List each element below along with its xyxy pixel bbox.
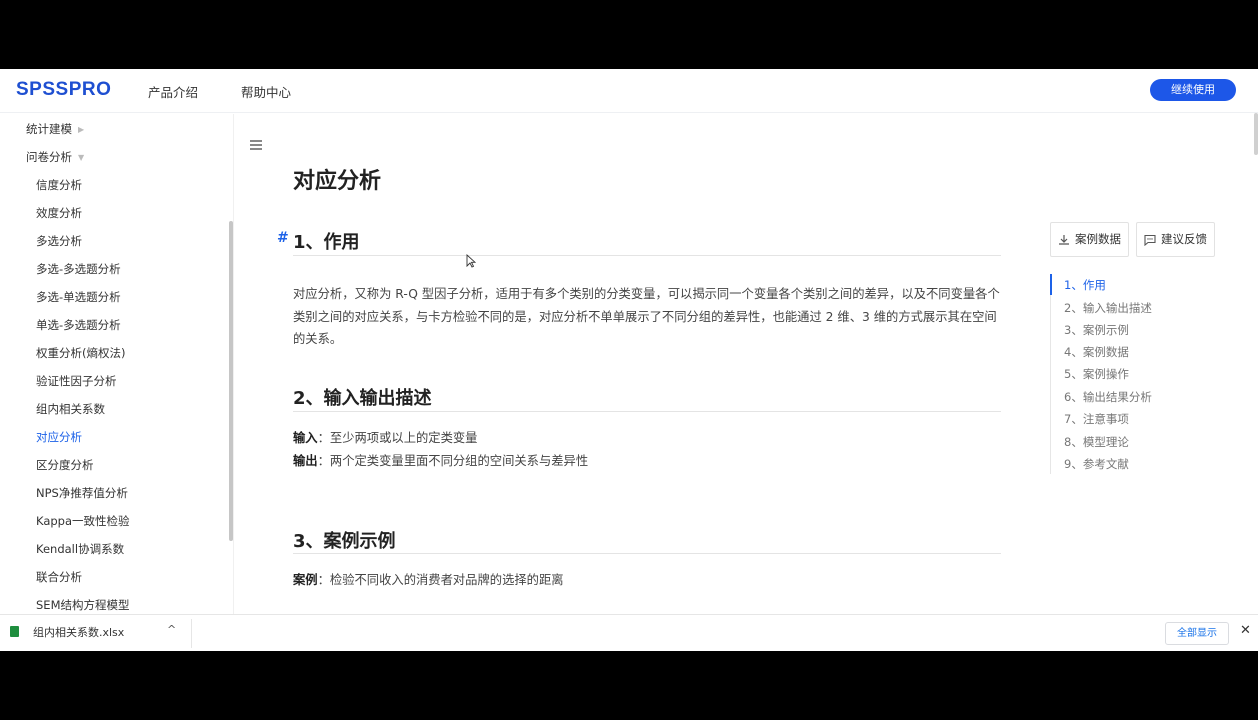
sidebar-item[interactable]: 多选分析 — [36, 233, 82, 249]
comment-icon — [1144, 234, 1156, 246]
toc-item[interactable]: 4、案例数据 — [1064, 344, 1129, 360]
case-label: 案例 — [293, 573, 318, 587]
download-icon — [1059, 235, 1069, 245]
button-label: 案例数据 — [1075, 232, 1121, 246]
continue-button[interactable]: 继续使用 — [1150, 79, 1236, 101]
browser-viewport: SPSSPRO 产品介绍 帮助中心 继续使用 统计建模 ▶ 问卷分析 ▼ 信度分析 … — [0, 69, 1258, 651]
download-file-name: 组内相关系数.xlsx — [33, 626, 125, 639]
sidebar-item[interactable]: 组内相关系数 — [36, 401, 105, 417]
sidebar-item[interactable]: 多选-单选题分析 — [36, 289, 121, 305]
sidebar-item[interactable]: SEM结构方程模型 — [36, 597, 130, 613]
sidebar-item-stat-modeling[interactable]: 统计建模 ▶ — [26, 121, 84, 137]
section-heading: 2、输入输出描述 — [293, 388, 432, 409]
sidebar-item[interactable]: 联合分析 — [36, 569, 82, 585]
sidebar-nav: 统计建模 ▶ 问卷分析 ▼ 信度分析 效度分析 多选分析 多选-多选题分析 多选-单… — [0, 114, 232, 614]
input-label: 输入 — [293, 431, 318, 445]
input-value: ：至少两项或以上的定类变量 — [317, 431, 478, 445]
download-bar: 组内相关系数.xlsx ^ 全部显示 ✕ — [0, 614, 1258, 651]
sidebar-item[interactable]: Kendall协调系数 — [36, 541, 124, 557]
button-label: 建议反馈 — [1161, 232, 1207, 246]
toc-active-indicator — [1050, 274, 1052, 295]
sidebar-item[interactable]: 单选-多选题分析 — [36, 317, 121, 333]
mouse-cursor-icon — [466, 254, 476, 268]
toc-item[interactable]: 6、输出结果分析 — [1064, 389, 1152, 405]
caret-right-icon: ▶ — [78, 125, 85, 134]
toc-item[interactable]: 2、输入输出描述 — [1064, 300, 1152, 316]
caret-down-icon: ▼ — [78, 153, 85, 162]
output-label: 输出 — [293, 454, 318, 468]
divider — [191, 619, 192, 648]
sidebar-item-label: 问卷分析 — [26, 150, 72, 164]
output-value: ：两个定类变量里面不同分组的空间关系与差异性 — [317, 454, 589, 468]
sidebar-item-label: 统计建模 — [26, 122, 72, 136]
excel-file-icon — [10, 626, 19, 637]
divider — [293, 553, 1001, 554]
nav-product-intro[interactable]: 产品介绍 — [148, 82, 198, 101]
divider — [293, 411, 1001, 412]
page-scrollbar[interactable] — [1254, 113, 1258, 155]
toc-item[interactable]: 8、模型理论 — [1064, 434, 1129, 450]
case-value: ：检验不同收入的消费者对品牌的选择的距离 — [317, 573, 564, 587]
anchor-link-icon[interactable]: # — [277, 230, 289, 246]
feedback-button[interactable]: 建议反馈 — [1136, 222, 1215, 257]
top-navbar: SPSSPRO 产品介绍 帮助中心 继续使用 — [0, 69, 1258, 113]
toc-item[interactable]: 5、案例操作 — [1064, 366, 1129, 382]
input-description: 输入：至少两项或以上的定类变量 — [293, 428, 477, 446]
sidebar-item[interactable]: 效度分析 — [36, 205, 82, 221]
sidebar-divider — [233, 114, 234, 614]
section-paragraph: 对应分析，又称为 R-Q 型因子分析，适用于有多个类别的分类变量，可以揭示同一个… — [293, 287, 1000, 346]
download-item[interactable]: 组内相关系数.xlsx — [10, 624, 124, 640]
toc-item[interactable]: 3、案例示例 — [1064, 322, 1129, 338]
toc-track — [1050, 274, 1051, 474]
section-heading: 3、案例示例 — [293, 531, 396, 552]
sidebar-item[interactable]: 区分度分析 — [36, 457, 94, 473]
nav-help-center[interactable]: 帮助中心 — [241, 82, 291, 101]
logo[interactable]: SPSSPRO — [16, 79, 111, 101]
section-heading: 1、作用 — [293, 232, 360, 253]
toc-item-active[interactable]: 1、作用 — [1064, 277, 1106, 293]
sidebar-item[interactable]: NPS净推荐值分析 — [36, 485, 128, 501]
sidebar-item[interactable]: 权重分析(熵权法) — [36, 345, 125, 361]
sidebar-item-active[interactable]: 对应分析 — [36, 429, 82, 445]
sidebar-item[interactable]: 验证性因子分析 — [36, 373, 117, 389]
sidebar-item[interactable]: 信度分析 — [36, 177, 82, 193]
case-data-download-button[interactable]: 案例数据 — [1050, 222, 1129, 257]
case-description: 案例：检验不同收入的消费者对品牌的选择的距离 — [293, 570, 564, 588]
show-all-downloads-button[interactable]: 全部显示 — [1165, 622, 1229, 645]
output-description: 输出：两个定类变量里面不同分组的空间关系与差异性 — [293, 451, 588, 469]
hamburger-menu-icon[interactable] — [250, 140, 262, 150]
page-title: 对应分析 — [293, 169, 382, 194]
close-icon[interactable]: ✕ — [1240, 623, 1251, 638]
sidebar-item[interactable]: Kappa一致性检验 — [36, 513, 130, 529]
toc-item[interactable]: 7、注意事项 — [1064, 411, 1129, 427]
toc-item[interactable]: 9、参考文献 — [1064, 456, 1129, 472]
sidebar-item[interactable]: 多选-多选题分析 — [36, 261, 121, 277]
chevron-up-icon[interactable]: ^ — [167, 623, 176, 636]
sidebar-item-questionnaire[interactable]: 问卷分析 ▼ — [26, 149, 84, 165]
divider — [293, 255, 1001, 256]
